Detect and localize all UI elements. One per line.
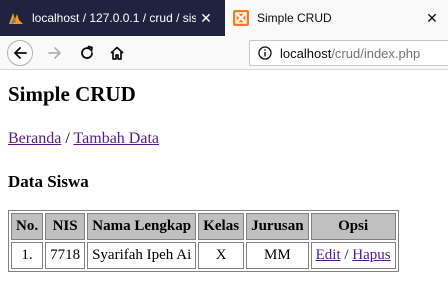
xampp-icon <box>233 10 249 26</box>
breadcrumb-separator: / <box>65 130 70 147</box>
info-icon[interactable] <box>258 46 272 60</box>
cell-opsi: Edit / Hapus <box>310 242 396 269</box>
opsi-separator: / <box>344 247 349 263</box>
tab-strip: localhost / 127.0.0.1 / crud / siswa ✕ S… <box>0 0 448 36</box>
back-button[interactable] <box>7 40 33 66</box>
header-nama-lengkap: Nama Lengkap <box>87 213 197 240</box>
table-row: 1. 7718 Syarifah Ipeh Ai X MM Edit / Hap… <box>11 242 396 269</box>
reload-button[interactable] <box>74 40 100 66</box>
header-no: No. <box>11 213 44 240</box>
hapus-link[interactable]: Hapus <box>352 247 390 263</box>
nav-toolbar: localhost/crud/index.php <box>0 36 448 70</box>
breadcrumb: Beranda / Tambah Data <box>8 130 159 148</box>
tambah-data-link[interactable]: Tambah Data <box>73 130 159 147</box>
forward-arrow-icon <box>48 47 61 59</box>
cell-kelas: X <box>198 242 245 269</box>
tab-phpmyadmin[interactable]: localhost / 127.0.0.1 / crud / siswa ✕ <box>0 0 222 36</box>
reload-icon <box>81 45 93 59</box>
cell-jurusan: MM <box>246 242 309 269</box>
forward-button[interactable] <box>42 40 68 66</box>
tab-label: localhost / 127.0.0.1 / crud / siswa <box>32 11 196 25</box>
edit-link[interactable]: Edit <box>316 247 341 263</box>
tab-label: Simple CRUD <box>257 11 332 25</box>
close-icon[interactable]: ✕ <box>196 10 216 27</box>
section-title: Data Siswa <box>8 172 89 191</box>
beranda-link[interactable]: Beranda <box>8 130 61 147</box>
header-opsi: Opsi <box>310 213 396 240</box>
url-path: /crud/index.php <box>331 45 421 61</box>
cell-no: 1. <box>11 242 44 269</box>
header-jurusan: Jurusan <box>246 213 309 240</box>
cell-nama: Syarifah Ipeh Ai <box>87 242 197 269</box>
siswa-table: No. NIS Nama Lengkap Kelas Jurusan Opsi … <box>8 210 399 272</box>
header-nis: NIS <box>45 213 86 240</box>
address-bar[interactable]: localhost/crud/index.php <box>249 40 448 66</box>
phpmyadmin-icon <box>9 13 23 24</box>
close-icon[interactable]: ✕ <box>422 10 442 27</box>
home-icon <box>110 46 124 60</box>
back-arrow-icon <box>14 47 27 59</box>
home-button[interactable] <box>104 40 130 66</box>
page-title: Simple CRUD <box>8 82 136 106</box>
header-kelas: Kelas <box>198 213 245 240</box>
url-host: localhost <box>280 45 332 61</box>
tab-simple-crud[interactable]: Simple CRUD ✕ <box>225 0 448 36</box>
cell-nis: 7718 <box>45 242 86 269</box>
table-header-row: No. NIS Nama Lengkap Kelas Jurusan Opsi <box>11 213 396 240</box>
